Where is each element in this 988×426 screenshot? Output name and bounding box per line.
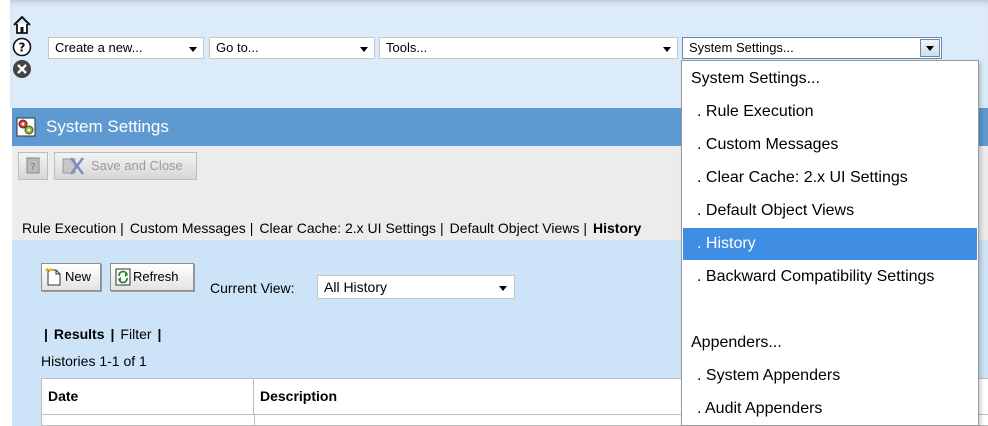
tab-separator: | bbox=[583, 220, 588, 236]
chevron-down-icon bbox=[926, 46, 934, 51]
refresh-icon bbox=[115, 268, 131, 286]
tab-separator: | bbox=[440, 220, 444, 236]
dropdown-button[interactable] bbox=[920, 39, 940, 57]
help-book-icon: ? bbox=[26, 157, 40, 174]
create-new-select[interactable]: Create a new... bbox=[48, 37, 204, 59]
new-button[interactable]: New bbox=[41, 263, 101, 291]
tab-separator: | bbox=[120, 220, 124, 236]
filter-tab[interactable]: Filter bbox=[120, 326, 151, 342]
chevron-down-icon bbox=[189, 47, 197, 52]
cell-divider bbox=[254, 414, 255, 426]
goto-select[interactable]: Go to... bbox=[209, 37, 375, 59]
create-new-select-text: Create a new... bbox=[55, 40, 143, 55]
results-tab[interactable]: Results bbox=[54, 326, 105, 342]
current-view-value: All History bbox=[324, 279, 388, 295]
refresh-button-label: Refresh bbox=[133, 269, 179, 284]
results-count: Histories 1-1 of 1 bbox=[41, 353, 147, 369]
tab-history[interactable]: History bbox=[593, 220, 641, 236]
goto-select-text: Go to... bbox=[216, 40, 259, 55]
dropdown-item-backward-compatibility[interactable]: . Backward Compatibility Settings bbox=[683, 261, 977, 293]
left-strip bbox=[0, 0, 10, 426]
tab-clear-cache[interactable]: Clear Cache: 2.x UI Settings bbox=[259, 220, 436, 236]
results-filter-nav: | Results | Filter | bbox=[44, 326, 167, 342]
chevron-down-icon bbox=[360, 47, 368, 52]
chevron-down-icon bbox=[499, 286, 507, 291]
save-close-icon bbox=[62, 157, 84, 175]
dropdown-item-history[interactable]: . History bbox=[683, 228, 977, 260]
separator: | bbox=[157, 326, 162, 342]
tools-select[interactable]: Tools... bbox=[379, 37, 678, 59]
column-header-date[interactable]: Date bbox=[42, 379, 254, 414]
dropdown-item-clear-cache[interactable]: . Clear Cache: 2.x UI Settings bbox=[683, 162, 977, 194]
svg-text:?: ? bbox=[19, 41, 26, 55]
chevron-down-icon bbox=[663, 47, 671, 52]
current-view-select[interactable]: All History bbox=[317, 275, 515, 299]
tab-rule-execution[interactable]: Rule Execution bbox=[22, 220, 116, 236]
dropdown-item-rule-execution[interactable]: . Rule Execution bbox=[683, 96, 977, 128]
dropdown-item-default-object-views[interactable]: . Default Object Views bbox=[683, 195, 977, 227]
tab-separator: | bbox=[249, 220, 254, 236]
system-settings-dropdown: System Settings... . Rule Execution . Cu… bbox=[681, 60, 979, 426]
new-document-icon bbox=[45, 267, 61, 286]
home-icon[interactable] bbox=[11, 14, 33, 36]
dropdown-group-system-settings[interactable]: System Settings... bbox=[683, 63, 977, 95]
dropdown-item-custom-messages[interactable]: . Custom Messages bbox=[683, 129, 977, 161]
dropdown-item-system-appenders[interactable]: . System Appenders bbox=[683, 360, 977, 392]
new-button-label: New bbox=[65, 269, 92, 284]
dropdown-blank bbox=[683, 294, 977, 326]
current-view-label: Current View: bbox=[210, 280, 295, 296]
help-icon[interactable]: ? bbox=[11, 36, 33, 58]
save-and-close-button[interactable]: Save and Close bbox=[54, 152, 197, 180]
tab-default-object-views[interactable]: Default Object Views bbox=[450, 220, 580, 236]
help-button[interactable]: ? bbox=[18, 152, 48, 180]
tabs: Rule Execution | Custom Messages | Clear Cac… bbox=[22, 220, 643, 236]
close-icon[interactable] bbox=[11, 58, 33, 80]
refresh-button[interactable]: Refresh bbox=[110, 263, 194, 291]
separator: | bbox=[44, 326, 48, 342]
tab-custom-messages[interactable]: Custom Messages bbox=[130, 220, 246, 236]
side-icons: ? bbox=[11, 14, 35, 80]
dropdown-item-audit-appenders[interactable]: . Audit Appenders bbox=[683, 393, 977, 425]
tools-select-text: Tools... bbox=[386, 40, 428, 55]
gear-icon bbox=[16, 117, 36, 137]
system-settings-select[interactable]: System Settings... bbox=[682, 37, 942, 59]
svg-text:?: ? bbox=[30, 162, 35, 173]
page-title: System Settings bbox=[46, 117, 169, 136]
page: ? Create a new... Go to... Tools... Syst… bbox=[0, 0, 988, 426]
system-settings-select-text: System Settings... bbox=[689, 40, 794, 55]
save-and-close-label: Save and Close bbox=[91, 158, 183, 173]
dropdown-group-appenders[interactable]: Appenders... bbox=[683, 327, 977, 359]
separator: | bbox=[110, 326, 115, 342]
